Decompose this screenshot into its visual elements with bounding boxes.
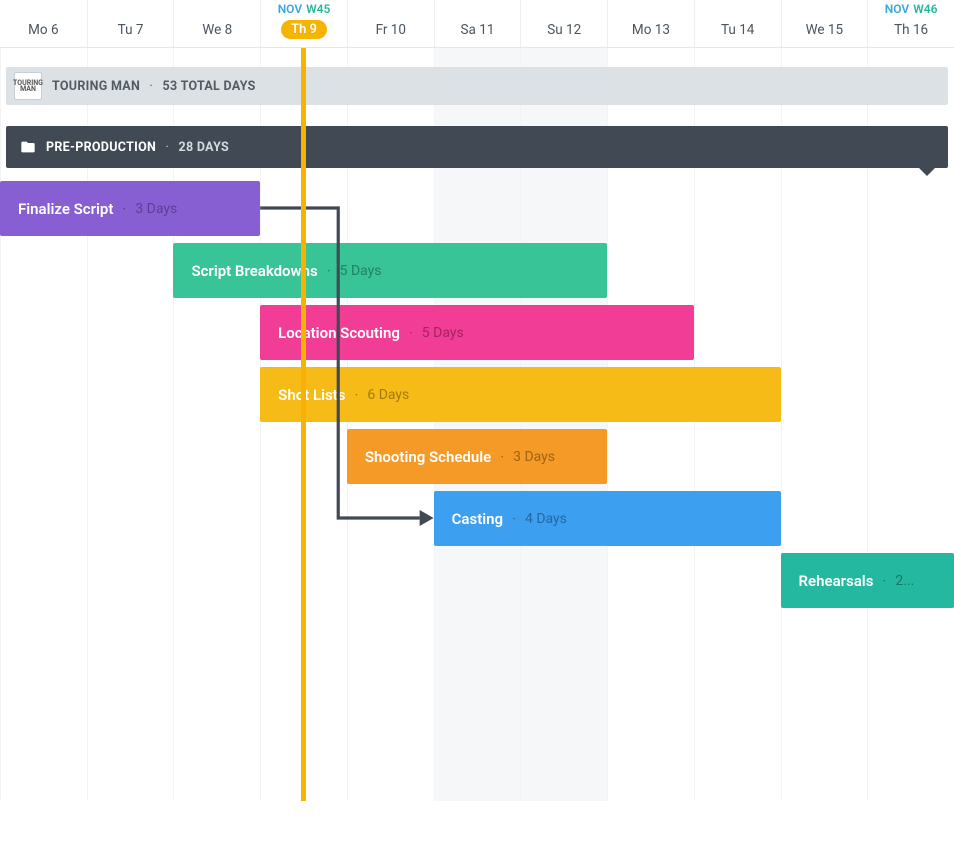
date-label: Fr 10 — [348, 22, 434, 38]
project-name: TOURING MAN — [52, 79, 140, 94]
date-column[interactable]: Sa 11 — [434, 0, 521, 47]
task-title: Finalize Script — [18, 200, 113, 218]
task-title: Shot Lists — [278, 386, 345, 404]
task-bar[interactable]: Rehearsals · 2... — [781, 553, 954, 608]
task-title: Casting — [452, 510, 503, 528]
date-label: Su 12 — [521, 22, 607, 38]
separator-dot: · — [512, 510, 516, 528]
separator-dot: · — [166, 140, 170, 155]
task-bar[interactable]: Script Breakdowns · 5 Days — [173, 243, 607, 298]
project-logo: TOURING MAN — [14, 72, 42, 100]
task-title: Shooting Schedule — [365, 448, 491, 466]
date-column[interactable]: Su 12 — [520, 0, 607, 47]
task-title: Rehearsals — [799, 572, 874, 590]
task-duration: 2... — [895, 573, 914, 589]
date-label: Th 16 — [868, 22, 954, 38]
date-label: Th 9 — [261, 22, 347, 41]
task-bar[interactable]: Finalize Script · 3 Days — [0, 181, 260, 236]
task-duration: 3 Days — [135, 201, 177, 217]
task-bar[interactable]: Shooting Schedule · 3 Days — [347, 429, 607, 484]
date-column[interactable]: Tu 7 — [87, 0, 174, 47]
date-column[interactable]: Mo 13 — [607, 0, 694, 47]
phase-days: 28 DAYS — [179, 140, 229, 155]
date-label: Tu 14 — [695, 22, 781, 38]
task-bar[interactable]: Casting · 4 Days — [434, 491, 781, 546]
task-duration: 4 Days — [525, 511, 567, 527]
project-summary-text: TOURING MAN · 53 TOTAL DAYS — [52, 79, 256, 94]
task-bar[interactable]: Shot Lists · 6 Days — [260, 367, 780, 422]
date-column[interactable]: NovW45 Th 9 — [260, 0, 347, 47]
date-label: Sa 11 — [435, 22, 521, 38]
phase-summary-text: PRE-PRODUCTION · 28 DAYS — [46, 140, 229, 155]
task-duration: 3 Days — [513, 449, 555, 465]
date-label: Tu 7 — [88, 22, 174, 38]
task-duration: 5 Days — [340, 263, 382, 279]
date-label: Mo 6 — [0, 22, 87, 38]
date-label: Mo 13 — [608, 22, 694, 38]
separator-dot: · — [354, 386, 358, 404]
project-summary-row[interactable]: TOURING MAN TOURING MAN · 53 TOTAL DAYS — [6, 67, 948, 105]
phase-summary-row[interactable]: PRE-PRODUCTION · 28 DAYS — [6, 126, 948, 168]
timeline-header: Mo 6Tu 7We 8NovW45 Th 9 Fr 10Sa 11Su 12Mo … — [0, 0, 954, 48]
week-tag: NovW45 — [261, 2, 347, 16]
separator-dot: · — [882, 572, 886, 590]
phase-name: PRE-PRODUCTION — [46, 140, 156, 155]
date-label: We 15 — [782, 22, 868, 38]
folder-icon — [20, 139, 36, 155]
task-bar[interactable]: Location Scouting · 5 Days — [260, 305, 694, 360]
week-tag: NovW46 — [868, 2, 954, 16]
today-chip: Th 9 — [281, 20, 327, 39]
date-column[interactable]: NovW46 Th 16 — [867, 0, 954, 47]
separator-dot: · — [150, 79, 154, 94]
separator-dot: · — [122, 200, 126, 218]
separator-dot: · — [409, 324, 413, 342]
gantt-chart-area[interactable]: TOURING MAN TOURING MAN · 53 TOTAL DAYS … — [0, 48, 954, 801]
date-label: We 8 — [174, 22, 260, 38]
separator-dot: · — [500, 448, 504, 466]
date-column[interactable]: Tu 14 — [694, 0, 781, 47]
date-column[interactable]: We 15 — [781, 0, 868, 47]
date-column[interactable]: Mo 6 — [0, 0, 87, 47]
task-title: Location Scouting — [278, 324, 400, 342]
task-duration: 6 Days — [367, 387, 409, 403]
separator-dot: · — [327, 262, 331, 280]
project-days: 53 TOTAL DAYS — [163, 79, 256, 94]
date-column[interactable]: Fr 10 — [347, 0, 434, 47]
task-duration: 5 Days — [422, 325, 464, 341]
date-column[interactable]: We 8 — [173, 0, 260, 47]
task-title: Script Breakdowns — [191, 262, 317, 280]
